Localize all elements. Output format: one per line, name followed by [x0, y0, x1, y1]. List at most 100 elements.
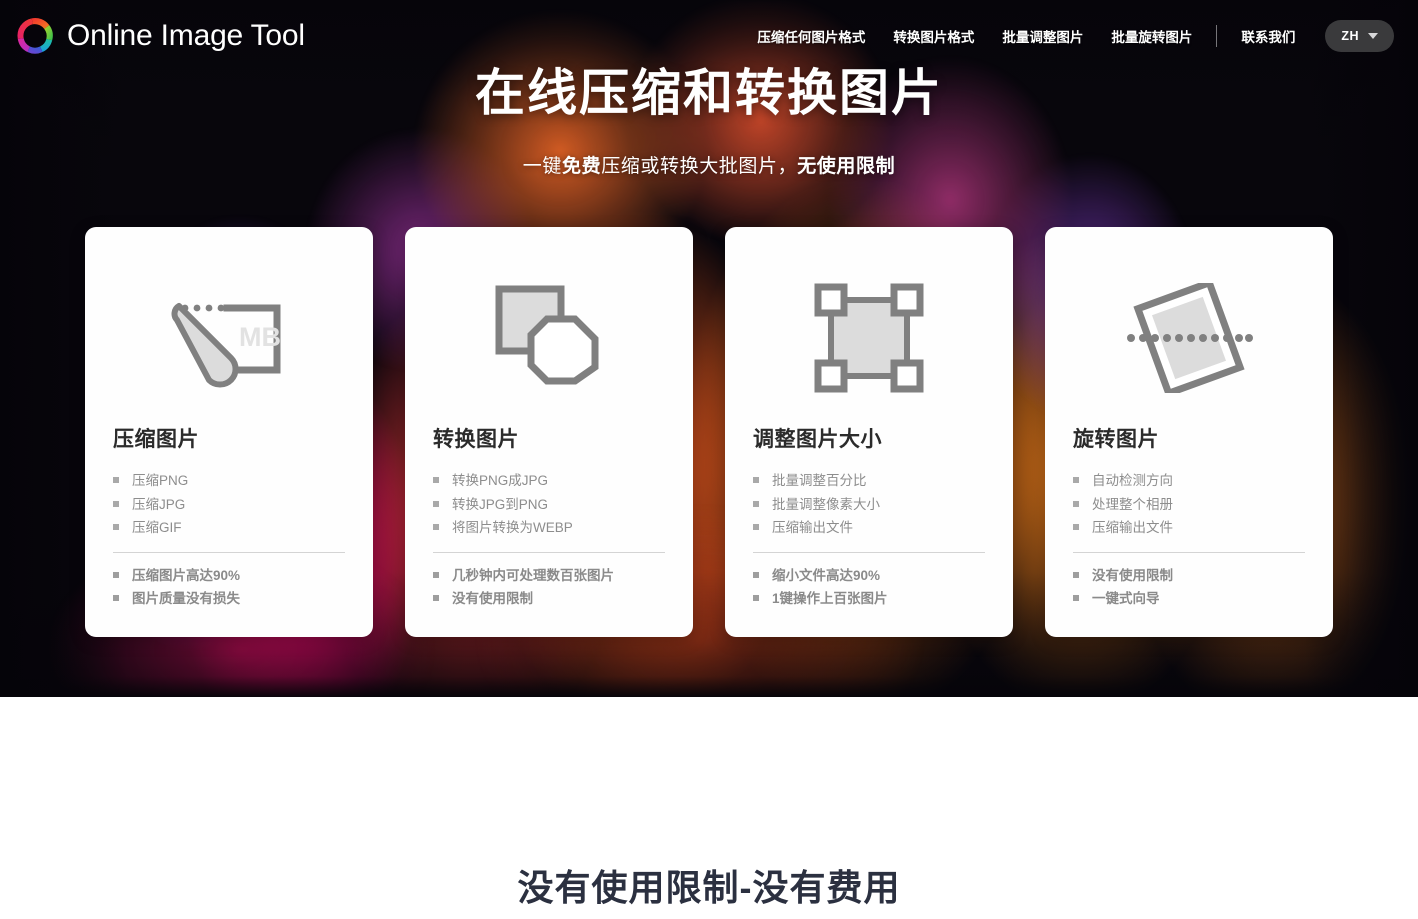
list-item-label: 批量调整像素大小 [772, 496, 880, 512]
card-feature-list: 自动检测方向 处理整个相册 压缩输出文件 [1073, 469, 1305, 540]
resize-handles-icon [753, 263, 985, 413]
list-item: 转换PNG成JPG [433, 469, 665, 493]
list-item: 压缩图片高达90% [113, 564, 345, 588]
list-item: 压缩PNG [113, 469, 345, 493]
card-rotate-images[interactable]: 旋转图片 自动检测方向 处理整个相册 压缩输出文件 没有使用限制 一键式向导 [1045, 227, 1333, 637]
card-convert-images[interactable]: 转换图片 转换PNG成JPG 转换JPG到PNG 将图片转换为WEBP 几秒钟内… [405, 227, 693, 637]
card-feature-list: 压缩PNG 压缩JPG 压缩GIF [113, 469, 345, 540]
list-item: 压缩GIF [113, 516, 345, 540]
hero-subtitle: 一键免费压缩或转换大批图片，无使用限制 [0, 151, 1418, 178]
list-item-label: 1键操作上百张图片 [772, 591, 888, 607]
card-compress-images[interactable]: MB 压缩图片 压缩PNG 压缩JPG 压缩GIF 压缩图片高达90% 图片质量… [85, 227, 373, 637]
nav-item-resize[interactable]: 批量调整图片 [988, 20, 1097, 52]
hero-subtitle-part-2: 免费 [561, 155, 602, 177]
site-header: Online Image Tool 压缩任何图片格式 转换图片格式 批量调整图片… [0, 0, 1418, 72]
list-item-label: 缩小文件高达90% [772, 567, 881, 583]
list-item-label: 压缩GIF [132, 520, 182, 536]
chevron-down-icon [1368, 33, 1378, 39]
bullet-icon [1073, 595, 1079, 602]
hero-section: Online Image Tool 压缩任何图片格式 转换图片格式 批量调整图片… [0, 0, 1418, 697]
bullet-icon [433, 571, 439, 578]
bullet-icon [433, 595, 439, 602]
bullet-icon [113, 524, 119, 531]
main-navigation: 压缩任何图片格式 转换图片格式 批量调整图片 批量旋转图片 联系我们 ZH [743, 20, 1394, 52]
list-item: 缩小文件高达90% [753, 564, 985, 588]
list-item-label: 转换JPG到PNG [452, 496, 549, 512]
convert-shapes-icon [433, 263, 665, 413]
list-item-label: 图片质量没有损失 [132, 591, 240, 607]
list-item: 1键操作上百张图片 [753, 587, 985, 611]
card-title: 调整图片大小 [753, 428, 882, 451]
card-highlight-list: 压缩图片高达90% 图片质量没有损失 [113, 564, 345, 611]
list-item-label: 批量调整百分比 [772, 473, 867, 488]
list-item-label: 将图片转换为WEBP [452, 520, 573, 536]
card-divider [433, 551, 665, 553]
aperture-ring-icon [17, 18, 53, 54]
bullet-icon [753, 571, 759, 578]
list-item: 没有使用限制 [1073, 564, 1305, 588]
hero-subtitle-part-1: 一键 [522, 155, 562, 177]
list-item: 压缩JPG [113, 493, 345, 517]
card-resize-images[interactable]: 调整图片大小 批量调整百分比 批量调整像素大小 压缩输出文件 缩小文件高达90%… [725, 227, 1013, 637]
bullet-icon [113, 595, 119, 602]
list-item-label: 没有使用限制 [452, 591, 533, 607]
nav-item-convert[interactable]: 转换图片格式 [879, 20, 988, 52]
card-title: 压缩图片 [113, 428, 199, 451]
bullet-icon [753, 524, 759, 531]
list-item: 将图片转换为WEBP [433, 516, 665, 540]
card-divider [113, 551, 345, 553]
hero-subtitle-part-3: 压缩或转换大批图片， [601, 155, 798, 177]
card-highlight-list: 几秒钟内可处理数百张图片 没有使用限制 [433, 564, 665, 611]
brand-name: Online Image Tool [67, 19, 305, 52]
card-divider [1073, 551, 1305, 553]
list-item: 批量调整像素大小 [753, 493, 985, 517]
list-item: 没有使用限制 [433, 587, 665, 611]
list-item: 自动检测方向 [1073, 469, 1305, 493]
language-label: ZH [1341, 29, 1359, 43]
bullet-icon [1073, 571, 1079, 578]
bullet-icon [113, 477, 119, 483]
list-item-label: 压缩PNG [132, 473, 189, 488]
bullet-icon [1073, 524, 1079, 531]
list-item-label: 没有使用限制 [1092, 567, 1173, 583]
card-feature-list: 批量调整百分比 批量调整像素大小 压缩输出文件 [753, 469, 985, 540]
bullet-icon [753, 595, 759, 602]
bullet-icon [433, 477, 439, 483]
card-highlight-list: 缩小文件高达90% 1键操作上百张图片 [753, 564, 985, 611]
card-title: 转换图片 [433, 428, 519, 451]
list-item: 批量调整百分比 [753, 469, 985, 493]
bullet-icon [113, 571, 119, 578]
list-item: 一键式向导 [1073, 587, 1305, 611]
list-item: 压缩输出文件 [753, 516, 985, 540]
brand-logo[interactable]: Online Image Tool [14, 15, 305, 57]
list-item-label: 压缩JPG [132, 496, 186, 512]
hero-copy: 在线压缩和转换图片 一键免费压缩或转换大批图片，无使用限制 [0, 62, 1418, 178]
bullet-icon [753, 500, 759, 507]
pricing-section: 没有使用限制-没有费用 [0, 697, 1418, 919]
list-item-label: 压缩图片高达90% [132, 567, 241, 583]
rotate-photo-icon [1073, 263, 1305, 413]
nav-item-contact[interactable]: 联系我们 [1227, 20, 1309, 52]
list-item: 转换JPG到PNG [433, 493, 665, 517]
list-item: 几秒钟内可处理数百张图片 [433, 564, 665, 588]
bullet-icon [753, 477, 759, 483]
hero-subtitle-part-4: 无使用限制 [797, 155, 896, 177]
nav-item-rotate[interactable]: 批量旋转图片 [1097, 20, 1206, 52]
list-item-label: 自动检测方向 [1092, 473, 1173, 488]
compress-mb-icon: MB [113, 263, 345, 413]
list-item-label: 一键式向导 [1092, 591, 1160, 607]
card-title: 旋转图片 [1073, 428, 1159, 451]
list-item: 图片质量没有损失 [113, 587, 345, 611]
card-divider [753, 551, 985, 553]
language-selector[interactable]: ZH [1325, 20, 1394, 52]
list-item-label: 处理整个相册 [1092, 496, 1173, 512]
bullet-icon [433, 500, 439, 507]
list-item-label: 压缩输出文件 [1092, 520, 1173, 536]
bullet-icon [1073, 477, 1079, 483]
list-item-label: 转换PNG成JPG [452, 473, 549, 488]
nav-item-compress[interactable]: 压缩任何图片格式 [743, 20, 879, 52]
svg-text:MB: MB [239, 322, 281, 352]
list-item: 处理整个相册 [1073, 493, 1305, 517]
card-feature-list: 转换PNG成JPG 转换JPG到PNG 将图片转换为WEBP [433, 469, 665, 540]
list-item-label: 几秒钟内可处理数百张图片 [452, 567, 614, 583]
